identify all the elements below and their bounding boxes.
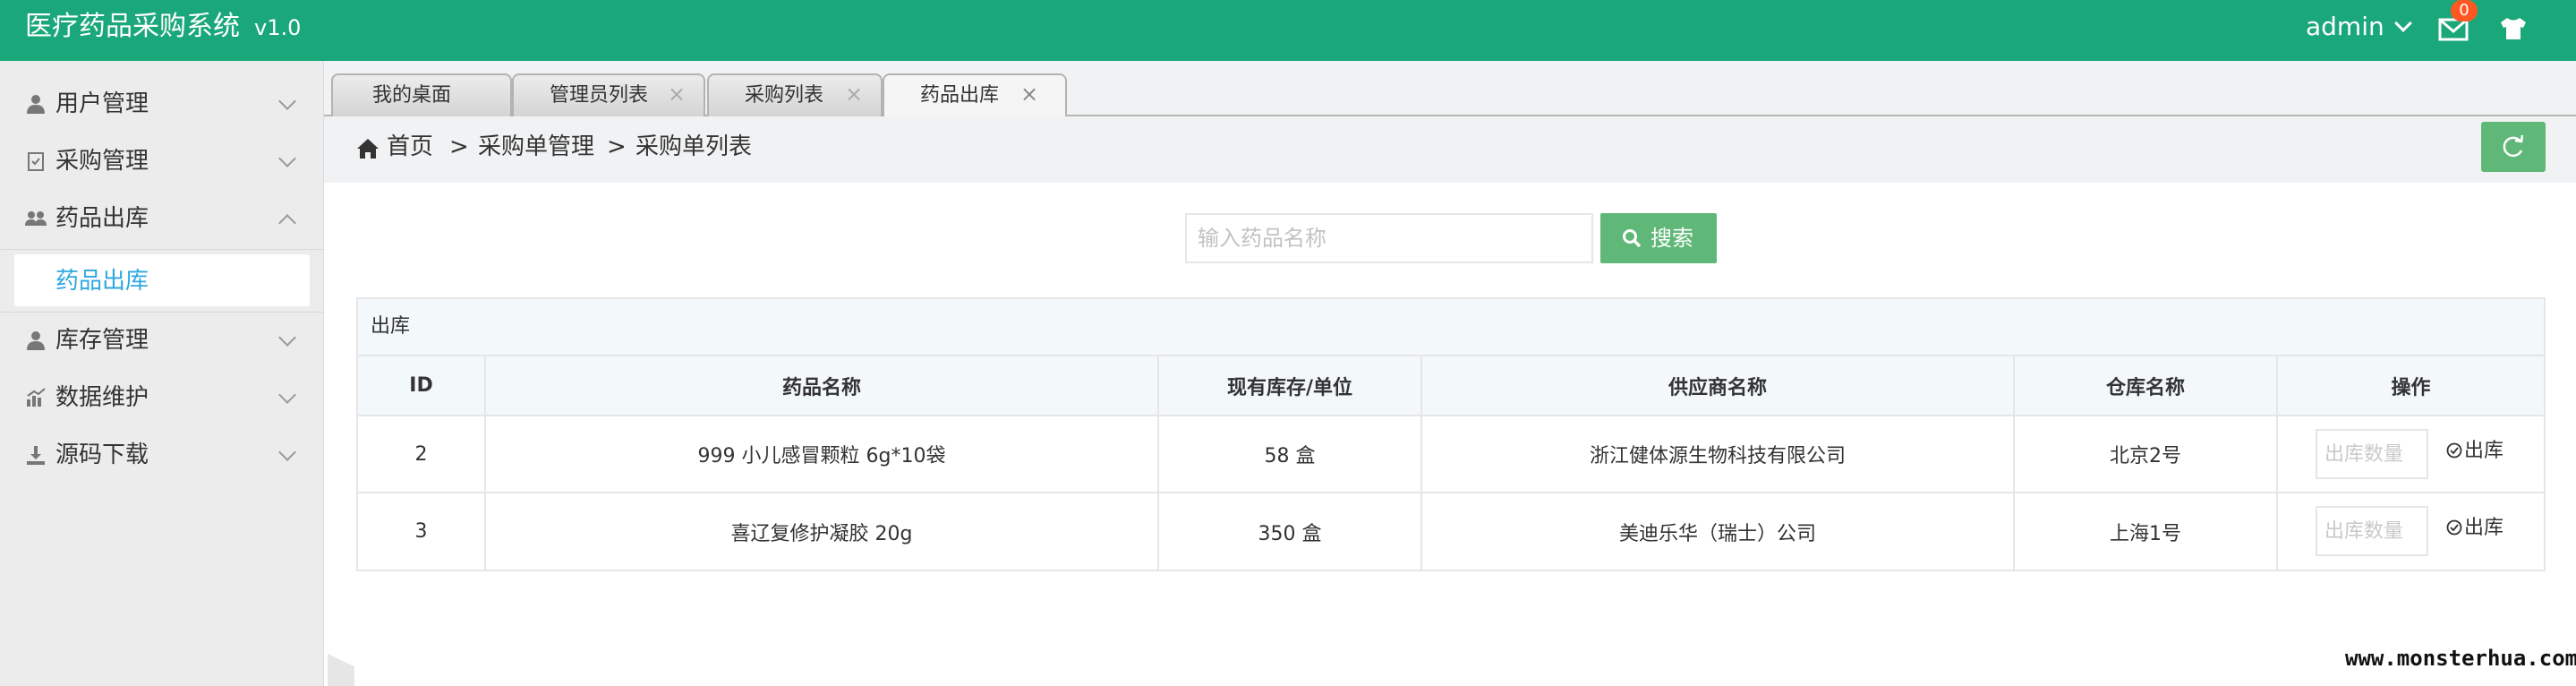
user-name: admin — [2306, 12, 2384, 41]
watermark: www.monsterhua.com — [2345, 646, 2576, 671]
tab-admin-list[interactable]: 管理员列表 × — [512, 73, 705, 116]
breadcrumb-purchase-management[interactable]: 采购单管理 — [478, 131, 594, 163]
refresh-icon — [2503, 134, 2524, 158]
sidebar-subitem-drug-outbound[interactable]: 药品出库 — [14, 254, 310, 306]
sidebar-item-inventory-management[interactable]: 库存管理 — [0, 312, 324, 369]
column-header-drug-name: 药品名称 — [485, 356, 1159, 416]
chevron-down-icon — [2393, 14, 2412, 32]
cell-id: 2 — [358, 416, 486, 493]
app-version: v1.0 — [254, 15, 302, 40]
column-header-stock: 现有库存/单位 — [1158, 356, 1422, 416]
outbound-button[interactable]: 出库 — [2446, 438, 2503, 465]
search-input[interactable] — [1185, 213, 1593, 263]
cell-stock: 350 盒 — [1158, 493, 1422, 570]
breadcrumb-purchase-list: 采购单列表 — [635, 133, 753, 160]
check-circle-icon — [2446, 442, 2462, 459]
user-menu[interactable]: admin — [2306, 9, 2412, 45]
outbound-table: ID 药品名称 现有库存/单位 供应商名称 仓库名称 操作 2 999 小儿感冒… — [358, 356, 2544, 570]
breadcrumb-home[interactable]: 首页 — [387, 131, 433, 163]
tab-drug-outbound[interactable]: 药品出库 × — [883, 73, 1067, 118]
sidebar-item-purchase-management[interactable]: 采购管理 — [0, 133, 324, 190]
cell-id: 3 — [358, 493, 486, 570]
column-header-actions: 操作 — [2277, 356, 2544, 416]
home-icon — [357, 139, 379, 159]
cell-actions: 出库 — [2277, 416, 2544, 493]
table-header-row: ID 药品名称 现有库存/单位 供应商名称 仓库名称 操作 — [358, 356, 2544, 416]
outbound-button-label: 出库 — [2464, 440, 2504, 462]
user-icon — [27, 95, 45, 114]
app-title-text: 医疗药品采购系统 — [25, 11, 240, 42]
column-header-warehouse: 仓库名称 — [2014, 356, 2278, 416]
chevron-down-icon — [278, 329, 296, 347]
outbound-panel: 出库 ID 药品名称 现有库存/单位 供应商名称 仓库名称 操作 2 999 小… — [356, 297, 2546, 571]
app-title[interactable]: 医疗药品采购系统 v1.0 — [25, 9, 301, 46]
group-icon — [25, 211, 47, 226]
chevron-down-icon — [278, 443, 296, 461]
sidebar-item-source-download[interactable]: 源码下载 — [0, 426, 324, 484]
sidebar-item-label: 药品出库 — [55, 205, 149, 232]
cell-warehouse: 上海1号 — [2014, 493, 2278, 570]
top-header: 医疗药品采购系统 v1.0 admin 0 — [0, 0, 2576, 61]
sidebar-item-drug-outbound[interactable]: 药品出库 — [0, 190, 324, 247]
chevron-down-icon — [278, 386, 296, 404]
chevron-down-icon — [278, 92, 296, 110]
tab-label: 我的桌面 — [372, 84, 452, 107]
tab-label: 药品出库 — [920, 84, 1000, 107]
sidebar-item-label: 库存管理 — [55, 327, 149, 354]
search-icon — [1623, 229, 1642, 248]
close-icon[interactable]: × — [668, 81, 686, 107]
divider — [0, 249, 324, 250]
sidebar-item-label: 采购管理 — [55, 148, 149, 175]
sidebar-item-user-management[interactable]: 用户管理 — [0, 75, 324, 133]
cell-stock: 58 盒 — [1158, 416, 1422, 493]
cell-supplier: 浙江健体源生物科技有限公司 — [1421, 416, 2015, 493]
clipboard-icon — [28, 152, 44, 171]
refresh-button[interactable] — [2481, 122, 2546, 172]
table-row: 3 喜辽复修护凝胶 20g 350 盒 美迪乐华（瑞士）公司 上海1号 出库 — [358, 493, 2544, 570]
download-icon — [27, 446, 45, 465]
close-icon[interactable]: × — [1020, 81, 1038, 107]
sidebar-item-label: 用户管理 — [55, 90, 149, 117]
outbound-quantity-input[interactable] — [2316, 429, 2428, 479]
sidebar-subitem-label: 药品出库 — [55, 268, 149, 295]
cell-supplier: 美迪乐华（瑞士）公司 — [1421, 493, 2015, 570]
cell-drug-name: 999 小儿感冒颗粒 6g*10袋 — [485, 416, 1159, 493]
message-badge: 0 — [2451, 0, 2478, 21]
column-header-supplier: 供应商名称 — [1421, 356, 2015, 416]
breadcrumb-separator: > — [449, 133, 469, 160]
sidebar-item-label: 数据维护 — [55, 384, 149, 411]
close-icon[interactable]: × — [845, 81, 863, 107]
tab-label: 管理员列表 — [550, 84, 649, 107]
table-row: 2 999 小儿感冒颗粒 6g*10袋 58 盒 浙江健体源生物科技有限公司 北… — [358, 416, 2544, 493]
panel-header: 出库 — [358, 299, 2544, 356]
chart-icon — [27, 388, 46, 407]
shirt-icon[interactable] — [2495, 11, 2531, 47]
outbound-quantity-input[interactable] — [2316, 506, 2428, 556]
user-icon — [27, 331, 45, 350]
sidebar-item-data-maintenance[interactable]: 数据维护 — [0, 369, 324, 426]
tab-my-desktop[interactable]: 我的桌面 — [331, 73, 512, 116]
panel-title: 出库 — [371, 315, 411, 338]
search-button[interactable]: 搜索 — [1600, 213, 1717, 263]
cell-actions: 出库 — [2277, 493, 2544, 570]
check-circle-icon — [2446, 519, 2462, 536]
chevron-up-icon — [278, 214, 296, 232]
tab-label: 采购列表 — [745, 84, 824, 107]
cell-drug-name: 喜辽复修护凝胶 20g — [485, 493, 1159, 570]
breadcrumb-separator: > — [607, 133, 627, 160]
column-header-id: ID — [358, 356, 486, 416]
cell-warehouse: 北京2号 — [2014, 416, 2278, 493]
chevron-down-icon — [278, 150, 296, 167]
sidebar-item-label: 源码下载 — [55, 442, 149, 468]
tab-purchase-list[interactable]: 采购列表 × — [707, 73, 883, 116]
search-button-label: 搜索 — [1651, 226, 1693, 251]
outbound-button[interactable]: 出库 — [2446, 515, 2503, 542]
outbound-button-label: 出库 — [2464, 517, 2504, 539]
